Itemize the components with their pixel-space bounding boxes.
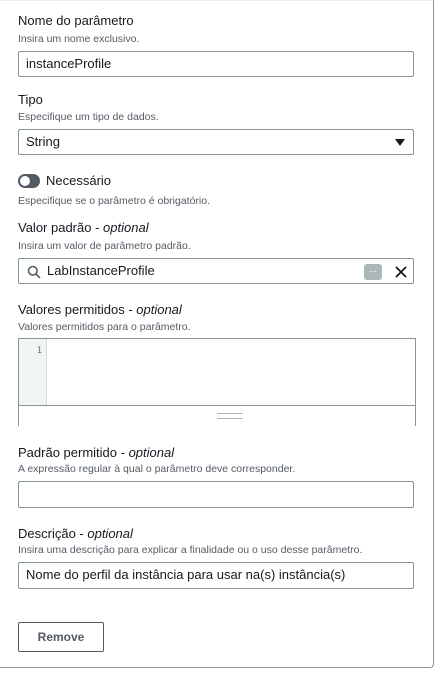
- line-number: 1: [36, 346, 42, 356]
- description-value: Nome do perfil da instância para usar na…: [26, 567, 346, 582]
- name-input[interactable]: instanceProfile: [18, 51, 414, 77]
- allowed-pattern-label: Padrão permitido - optional: [18, 445, 175, 460]
- description-label: Descrição - optional: [18, 526, 133, 541]
- default-value-label: Valor padrão - optional: [18, 220, 149, 235]
- allowed-values-label: Valores permitidos - optional: [18, 302, 182, 317]
- resize-handle-icon[interactable]: [217, 413, 243, 419]
- allowed-values-description: Valores permitidos para o parâmetro.: [18, 321, 191, 333]
- name-input-value: instanceProfile: [26, 56, 112, 71]
- editor-resize-bar[interactable]: [19, 405, 415, 426]
- close-icon[interactable]: [393, 264, 409, 280]
- default-value-input[interactable]: LabInstanceProfile ...: [18, 258, 414, 284]
- required-toggle[interactable]: [18, 174, 40, 188]
- name-description: Insira um nome exclusivo.: [18, 33, 140, 45]
- search-icon: [27, 265, 41, 279]
- description-description: Insira uma descrição para explicar a fin…: [18, 544, 363, 556]
- allowed-pattern-description: A expressão regular à qual o parâmetro d…: [18, 463, 296, 475]
- type-label: Tipo: [18, 92, 43, 107]
- divider: [0, 0, 433, 1]
- required-label: Necessário: [46, 173, 112, 188]
- allowed-values-editor[interactable]: 1: [18, 338, 416, 426]
- token-icon[interactable]: ...: [364, 264, 382, 280]
- required-description: Especifique se o parâmetro é obrigatório…: [18, 195, 211, 207]
- toggle-knob: [20, 176, 30, 186]
- default-value-text: LabInstanceProfile: [47, 263, 155, 278]
- line-gutter: 1: [19, 339, 47, 405]
- type-selected-value: String: [26, 134, 60, 149]
- remove-button[interactable]: Remove: [18, 622, 104, 652]
- allowed-pattern-input[interactable]: [18, 481, 414, 508]
- caret-down-icon: [395, 139, 405, 146]
- description-input[interactable]: Nome do perfil da instância para usar na…: [18, 562, 414, 589]
- default-value-description: Insira um valor de parâmetro padrão.: [18, 240, 191, 252]
- name-label: Nome do parâmetro: [18, 13, 134, 28]
- type-description: Especifique um tipo de dados.: [18, 111, 159, 123]
- type-select[interactable]: String: [18, 129, 414, 155]
